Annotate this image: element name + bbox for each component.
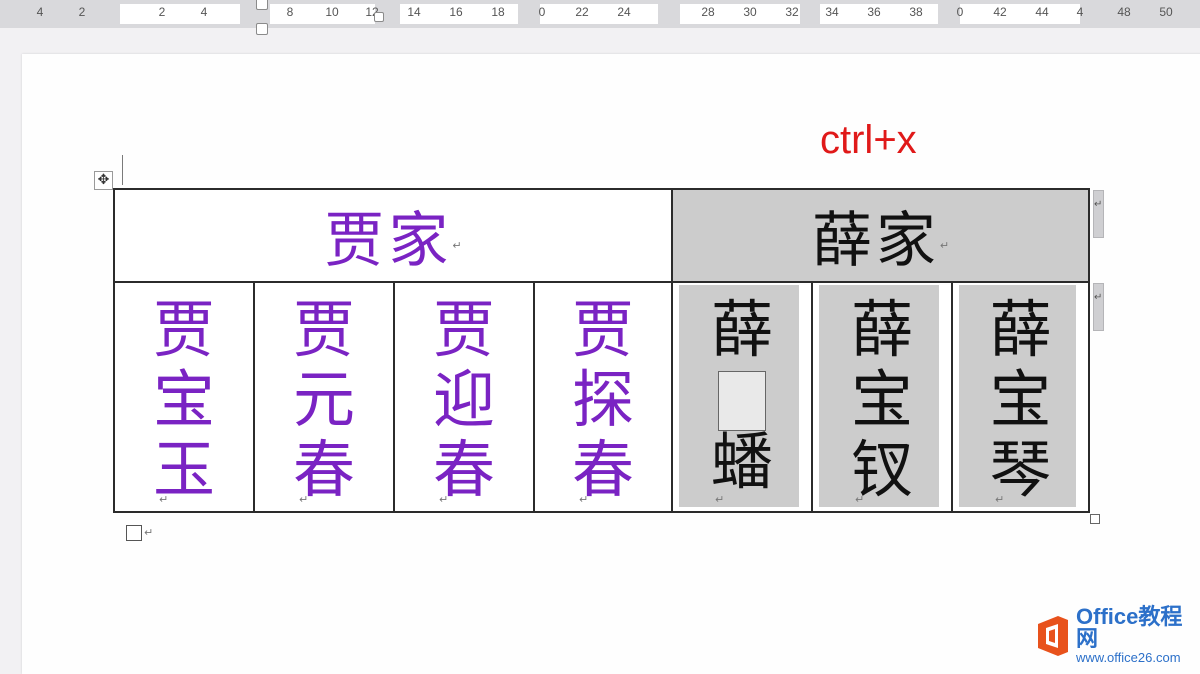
ruler-number: 32 <box>785 5 799 19</box>
ruler-number: 2 <box>158 5 166 19</box>
ruler-number: 0 <box>956 5 964 19</box>
char: 贾 <box>292 293 355 366</box>
paragraph-mark: ↵ <box>144 526 154 539</box>
paragraph-mark: ↵ <box>579 493 589 506</box>
ruler-number: 50 <box>1159 5 1173 19</box>
ruler-number: 38 <box>909 5 923 19</box>
cell-xue-baoqin[interactable]: 薛 宝 琴 ↵ <box>953 283 1088 511</box>
char: 蟠 <box>710 425 773 498</box>
char: 薛 <box>850 293 913 366</box>
header-cell-jia[interactable]: 贾家 ↵ <box>115 190 673 283</box>
ruler-number: 18 <box>491 5 505 19</box>
ruler-number: 28 <box>701 5 715 19</box>
empty-glyph-box <box>718 371 766 431</box>
ruler-number: 42 <box>993 5 1007 19</box>
char: 宝 <box>152 363 215 436</box>
ruler-number: 34 <box>825 5 839 19</box>
paragraph-mark: ↵ <box>299 493 309 506</box>
ruler-number: 16 <box>449 5 463 19</box>
paragraph-mark: ↵ <box>939 239 950 252</box>
first-line-indent-marker[interactable] <box>256 0 268 10</box>
ruler-number: 22 <box>575 5 589 19</box>
char: 贾 <box>571 293 634 366</box>
header-xue-text: 薛家 <box>811 206 940 276</box>
paragraph-mark: ↵ <box>439 493 449 506</box>
char: 贾 <box>432 293 495 366</box>
char: 元 <box>292 363 355 436</box>
char: 宝 <box>989 363 1052 436</box>
cell-jia-baoyu[interactable]: 贾 宝 玉 ↵ <box>115 283 255 511</box>
left-indent-marker[interactable] <box>256 23 268 35</box>
ruler-number: 0 <box>538 5 546 19</box>
checkbox[interactable] <box>126 525 142 541</box>
office26-logo: Office教程网 www.office26.com <box>1036 606 1200 665</box>
char: 薛 <box>710 293 773 366</box>
char: 迎 <box>432 363 495 436</box>
ruler-number: 4 <box>36 5 44 19</box>
ruler-number: 44 <box>1035 5 1049 19</box>
paragraph-mark: ↵ <box>159 493 169 506</box>
text-cursor <box>122 155 123 185</box>
ruler-number: 24 <box>617 5 631 19</box>
char: 宝 <box>850 363 913 436</box>
office-logo-icon <box>1036 615 1070 656</box>
horizontal-ruler[interactable]: 4 2 2 4 8 10 12 14 16 18 0 22 24 28 30 32 34 36 38 0 42 44 4 48… <box>0 0 1200 35</box>
cell-jia-tanchun[interactable]: 贾 探 春 ↵ <box>535 283 673 511</box>
cell-jia-yuanchun[interactable]: 贾 元 春 ↵ <box>255 283 395 511</box>
family-table[interactable]: 贾家 ↵ 薛家 ↵ 贾 宝 玉 ↵ 贾 元 春 ↵ 贾 迎 春 ↵ 贾 探 春 … <box>113 188 1090 513</box>
cell-xue-baochai[interactable]: 薛 宝 钗 ↵ <box>813 283 953 511</box>
char: 贾 <box>152 293 215 366</box>
header-cell-xue[interactable]: 薛家 ↵ <box>673 190 1088 283</box>
cell-xue-pan[interactable]: 薛 蟠 ↵ <box>673 283 813 511</box>
ruler-number: 4 <box>200 5 208 19</box>
row-end-marker[interactable]: ↵ <box>1093 190 1104 238</box>
table-move-handle[interactable]: ✥ <box>94 171 113 190</box>
paragraph-mark: ↵ <box>715 493 725 506</box>
ruler-number: 2 <box>78 5 86 19</box>
cell-jia-yingchun[interactable]: 贾 迎 春 ↵ <box>395 283 535 511</box>
annotation-text: ctrl+x <box>820 118 917 162</box>
ruler-number: 14 <box>407 5 421 19</box>
ruler-number: 36 <box>867 5 881 19</box>
ruler-numbers: 4 2 2 4 8 10 12 14 16 18 0 22 24 28 30 32 34 36 38 0 42 44 4 48… <box>0 0 1200 28</box>
logo-name: Office教程网 <box>1076 604 1183 651</box>
ruler-number: 4 <box>1076 5 1084 19</box>
paragraph-mark: ↵ <box>855 493 865 506</box>
char: 薛 <box>989 293 1052 366</box>
ruler-number: 48 <box>1117 5 1131 19</box>
header-jia-text: 贾家 <box>324 206 453 276</box>
row-end-marker[interactable]: ↵ <box>1093 283 1104 331</box>
paragraph-mark: ↵ <box>995 493 1005 506</box>
table-resize-handle[interactable] <box>1090 514 1100 524</box>
paragraph-mark: ↵ <box>452 239 462 252</box>
char: 探 <box>571 363 634 436</box>
ruler-number: 30 <box>743 5 757 19</box>
ruler-number: 10 <box>325 5 339 19</box>
ruler-number: 8 <box>286 5 294 19</box>
column-marker[interactable] <box>374 12 384 22</box>
